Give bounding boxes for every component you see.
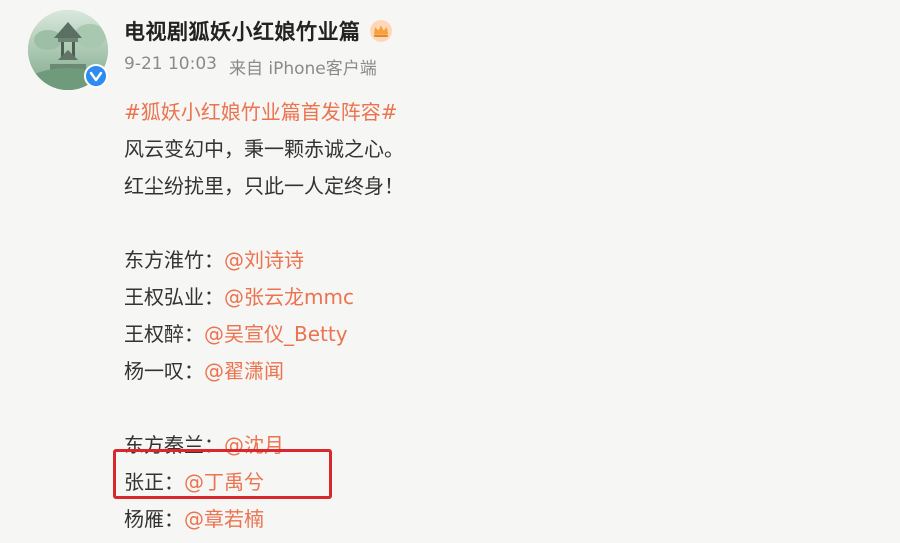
post-time: 9-21 10:03 [124, 54, 217, 74]
bottom-fade [0, 529, 900, 543]
actor-mention-link[interactable]: @吴宣仪_Betty [204, 322, 348, 346]
actor-mention-link[interactable]: @刘诗诗 [224, 248, 304, 272]
actor-mention-link[interactable]: @张云龙mmc [224, 285, 354, 309]
cast-row: 杨一叹：@翟潇闻 [124, 353, 864, 390]
post-text-line-1: 风云变幻中，秉一颗赤诚之心。 [124, 137, 404, 161]
cast-row: 王权弘业：@张云龙mmc [124, 279, 864, 316]
cast-row: 王权醉：@吴宣仪_Betty [124, 316, 864, 353]
actor-mention-link[interactable]: @章若楠 [184, 507, 264, 531]
post-meta: 9-21 10:03 来自 iPhone客户端 [124, 54, 377, 79]
cast-role: 王权弘业： [124, 285, 224, 309]
cast-role: 杨雁： [124, 507, 184, 531]
crown-icon [369, 20, 392, 42]
account-name[interactable]: 电视剧狐妖小红娘竹业篇 [124, 16, 361, 46]
verified-badge-icon [84, 64, 108, 88]
cast-role: 东方淮竹： [124, 248, 224, 272]
cast-row: 东方淮竹：@刘诗诗 [124, 242, 864, 279]
weibo-post-screen: 电视剧狐妖小红娘竹业篇 9-21 10:03 来自 iPhone客户端 #狐妖小… [0, 0, 900, 543]
post-text-line-2: 红尘纷扰里，只此一人定终身！ [124, 174, 404, 198]
post-hashtag-line: #狐妖小红娘竹业篇首发阵容# [124, 94, 864, 131]
post-source: 来自 iPhone客户端 [228, 59, 377, 79]
actor-mention-link[interactable]: @翟潇闻 [204, 359, 284, 383]
red-highlight-box [113, 449, 332, 499]
cast-role: 杨一叹： [124, 359, 204, 383]
account-name-row: 电视剧狐妖小红娘竹业篇 [124, 14, 393, 48]
hashtag-link[interactable]: #狐妖小红娘竹业篇首发阵容# [124, 100, 398, 124]
cast-role: 王权醉： [124, 322, 204, 346]
